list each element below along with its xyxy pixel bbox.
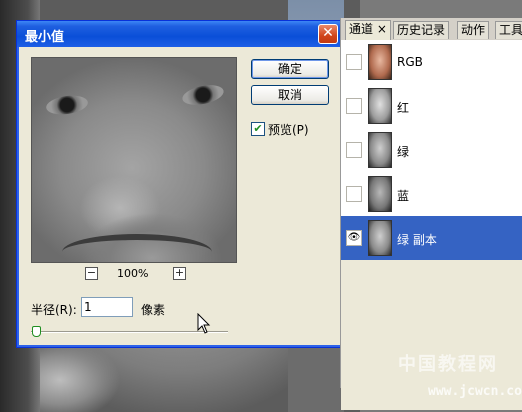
zoom-controls: − 100% + [85, 267, 186, 283]
channel-name: 蓝 [397, 189, 410, 203]
channel-thumbnail [368, 44, 392, 80]
channels-panel: 通道 × 历史记录 动作 工具 RGB 红 绿 蓝 👁 绿 副本 [340, 18, 522, 410]
channel-row-green-copy[interactable]: 👁 绿 副本 [341, 216, 522, 261]
minimum-filter-dialog: 最小值 ✕ − 100% + 确定 取消 ✔ 预览(P) 半径(R): 像素 [16, 20, 343, 348]
watermark-url: www.jcwcn.com [428, 384, 522, 399]
visibility-toggle[interactable] [346, 98, 362, 114]
cancel-button[interactable]: 取消 [251, 85, 329, 105]
filter-preview[interactable] [31, 57, 237, 263]
eye-icon[interactable]: 👁 [346, 230, 362, 246]
preview-checkbox-label: 预览(P) [268, 123, 309, 137]
tab-channels[interactable]: 通道 × [345, 20, 391, 40]
close-button[interactable]: ✕ [318, 24, 338, 44]
preview-mouth [62, 234, 212, 262]
zoom-out-button[interactable]: − [85, 267, 98, 280]
channel-name: RGB [397, 55, 423, 69]
preview-left-eye [44, 93, 90, 117]
zoom-level: 100% [117, 267, 149, 280]
ok-button[interactable]: 确定 [251, 59, 329, 79]
channel-name: 绿 [397, 145, 410, 159]
channel-thumbnail [368, 132, 392, 168]
channel-row-red[interactable]: 红 [341, 84, 522, 129]
tab-history[interactable]: 历史记录 [393, 21, 450, 39]
panel-tabs: 通道 × 历史记录 动作 工具 [341, 18, 522, 41]
dialog-titlebar[interactable]: 最小值 ✕ [17, 21, 342, 47]
radius-slider-thumb[interactable] [32, 326, 41, 337]
visibility-toggle[interactable] [346, 186, 362, 202]
channel-row-rgb[interactable]: RGB [341, 40, 522, 85]
channel-name: 绿 副本 [397, 233, 437, 247]
mouse-cursor-icon [197, 313, 211, 334]
visibility-toggle[interactable] [346, 54, 362, 70]
channel-row-blue[interactable]: 蓝 [341, 172, 522, 217]
tab-tools[interactable]: 工具 [495, 21, 522, 39]
channel-thumbnail [368, 220, 392, 256]
channel-thumbnail [368, 88, 392, 124]
radius-label: 半径(R): [31, 303, 77, 317]
radius-input[interactable] [81, 297, 133, 317]
channel-row-green[interactable]: 绿 [341, 128, 522, 173]
preview-right-eye [180, 81, 226, 109]
radius-unit-label: 像素 [141, 303, 166, 317]
preview-checkbox[interactable]: ✔ [251, 122, 265, 136]
channel-thumbnail [368, 176, 392, 212]
visibility-toggle[interactable] [346, 142, 362, 158]
zoom-in-button[interactable]: + [173, 267, 186, 280]
dialog-title: 最小值 [25, 30, 65, 45]
tab-actions[interactable]: 动作 [457, 21, 490, 39]
channel-name: 红 [397, 101, 410, 115]
watermark-text: 中国教程网 [398, 354, 498, 375]
